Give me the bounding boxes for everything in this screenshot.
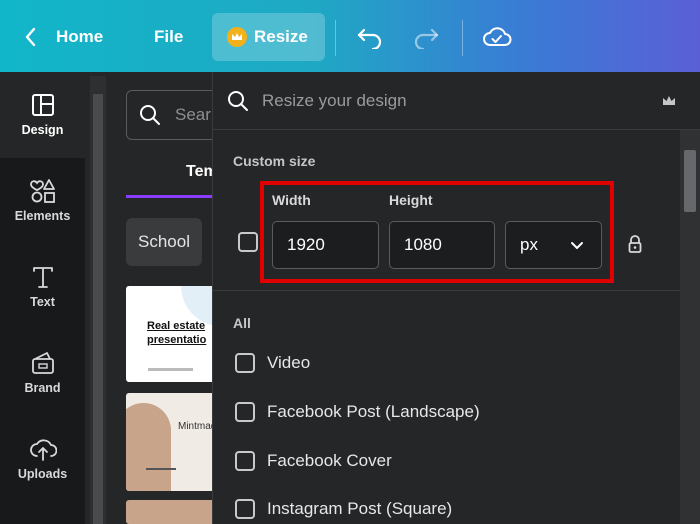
sidebar-item-label: Uploads [17, 467, 68, 481]
undo-icon [357, 28, 382, 49]
option-facebook-post-landscape[interactable]: Facebook Post (Landscape) [235, 400, 480, 424]
sidebar-item-label: Elements [14, 209, 71, 223]
crown-icon [663, 96, 675, 105]
brand-icon [31, 352, 54, 374]
filter-chip-school[interactable]: School [126, 218, 202, 266]
toolbar-divider [462, 20, 463, 56]
template-title: Mintmad [178, 421, 216, 432]
template-thumbnail[interactable]: Real estate presentatio [126, 286, 216, 382]
text-icon [32, 267, 53, 288]
toolbar-divider [335, 20, 336, 56]
sidebar-item-elements[interactable]: Elements [0, 158, 85, 244]
template-thumbnail[interactable] [126, 500, 216, 524]
sidebar-item-label: Brand [24, 381, 61, 395]
custom-size-heading: Custom size [233, 153, 316, 169]
dropdown-scrollbar[interactable] [680, 130, 700, 524]
sidebar-item-design[interactable]: Design [0, 72, 85, 158]
home-label: Home [56, 27, 104, 46]
file-label: File [154, 27, 184, 46]
sidebar-item-label: Design [21, 123, 64, 137]
lock-icon[interactable] [628, 234, 642, 254]
option-video[interactable]: Video [235, 351, 310, 375]
resize-dropdown: Resize your design Custom size Width Hei… [212, 72, 700, 524]
search-icon [228, 90, 248, 111]
resize-label: Resize [254, 27, 308, 46]
highlight-box [260, 181, 614, 283]
redo-button[interactable] [412, 13, 440, 61]
upload-cloud-icon [29, 439, 57, 461]
option-checkbox[interactable] [235, 353, 255, 373]
search-placeholder: Sear [175, 105, 211, 124]
tab-underline [126, 195, 216, 198]
section-divider [213, 290, 681, 291]
resize-search-input[interactable]: Resize your design [213, 72, 700, 130]
option-label: Facebook Cover [267, 451, 392, 470]
home-button[interactable]: Home [24, 13, 103, 61]
resize-search-placeholder: Resize your design [262, 90, 407, 110]
crown-icon [227, 27, 247, 47]
custom-size-checkbox[interactable] [238, 232, 258, 252]
option-facebook-cover[interactable]: Facebook Cover [235, 449, 392, 473]
all-heading: All [233, 315, 251, 331]
panel-scrollbar[interactable] [90, 76, 106, 524]
top-bar: Home File Resize [0, 0, 700, 72]
option-checkbox[interactable] [235, 499, 255, 519]
template-thumbnail[interactable]: Mintmad [126, 393, 216, 491]
sidebar-item-text[interactable]: Text [0, 244, 85, 330]
cloud-check-icon [483, 27, 512, 46]
option-checkbox[interactable] [235, 402, 255, 422]
option-checkbox[interactable] [235, 451, 255, 471]
redo-icon [414, 28, 439, 49]
option-instagram-post-square[interactable]: Instagram Post (Square) [235, 497, 452, 521]
sidebar-item-brand[interactable]: Brand [0, 330, 85, 416]
undo-button[interactable] [356, 13, 384, 61]
layout-icon [31, 94, 54, 116]
sidebar-item-label: Text [30, 295, 55, 309]
cloud-save-button[interactable] [482, 13, 512, 61]
resize-button[interactable]: Resize [212, 13, 325, 61]
search-icon [140, 105, 160, 125]
file-menu-button[interactable]: File [154, 13, 183, 61]
option-label: Facebook Post (Landscape) [267, 402, 480, 421]
sidebar-item-uploads[interactable]: Uploads [0, 416, 85, 502]
option-label: Instagram Post (Square) [267, 499, 453, 518]
template-title: Real estate presentatio [147, 320, 207, 346]
chevron-left-icon [25, 27, 36, 47]
option-label: Video [267, 353, 311, 372]
shapes-icon [29, 179, 55, 203]
left-sidebar: Design Elements Text Brand Uploads [0, 72, 85, 524]
